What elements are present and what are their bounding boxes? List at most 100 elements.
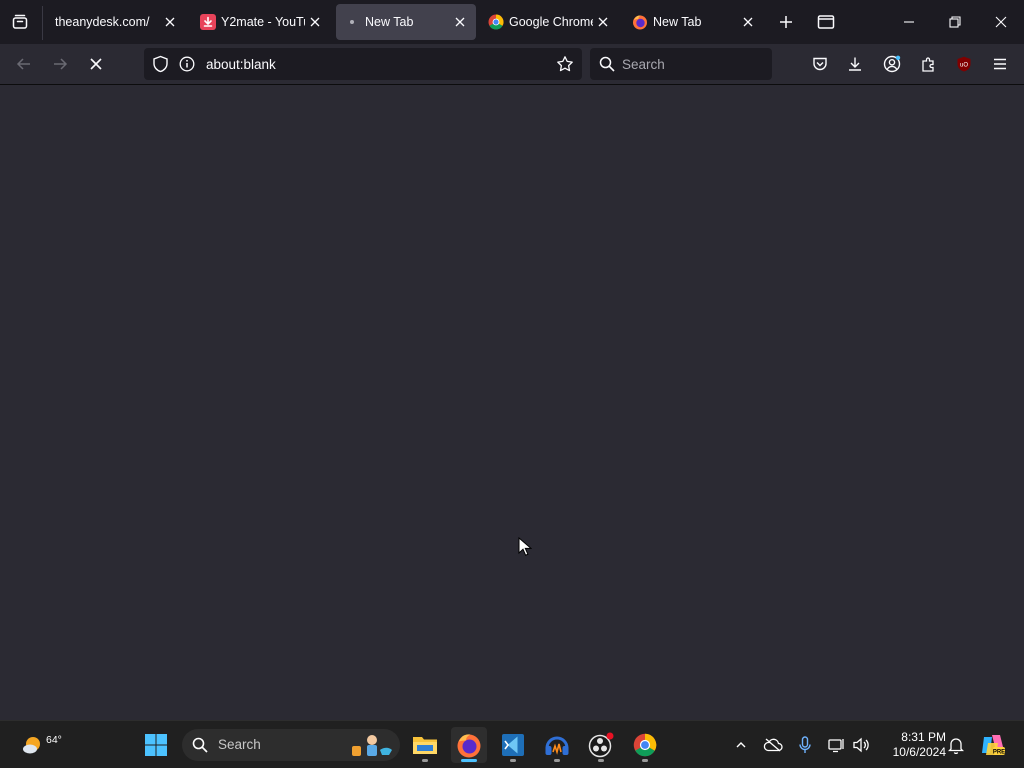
restore-button[interactable]	[932, 0, 978, 44]
taskbar-vs-code-insiders[interactable]	[495, 727, 531, 763]
url-text[interactable]: about:blank	[206, 57, 276, 72]
notifications-button[interactable]	[944, 733, 968, 757]
clock-time: 8:31 PM	[901, 730, 946, 744]
close-icon[interactable]	[740, 14, 756, 30]
running-app-indicator	[642, 759, 648, 762]
svg-text:uO: uO	[960, 63, 968, 69]
minimize-icon	[904, 21, 914, 23]
clock-date: 10/6/2024	[892, 745, 946, 759]
tab-title: New Tab	[365, 15, 414, 29]
stop-button[interactable]	[82, 50, 110, 78]
tracking-protection-shield-icon[interactable]	[152, 55, 169, 78]
address-bar[interactable]: about:blank	[144, 48, 582, 80]
mouse-cursor-icon	[518, 536, 533, 562]
microphone-icon	[799, 736, 811, 753]
show-hidden-icons-button[interactable]	[729, 733, 753, 757]
firefox-icon	[457, 734, 481, 758]
tab-list-icon	[12, 14, 28, 29]
running-app-indicator	[510, 759, 516, 762]
loading-dot-icon	[344, 14, 360, 30]
running-app-indicator	[554, 759, 560, 762]
taskbar-obs-studio[interactable]	[583, 727, 619, 763]
close-icon[interactable]	[162, 14, 178, 30]
tab-title: Google Chrome	[509, 15, 593, 29]
tray-volume[interactable]	[849, 733, 873, 757]
close-window-icon	[995, 16, 1007, 28]
close-window-button[interactable]	[978, 0, 1024, 44]
weather-widget[interactable]: 64°	[14, 727, 62, 763]
tab-title: New Tab	[653, 15, 702, 29]
site-info-icon[interactable]	[179, 56, 195, 77]
forward-button[interactable]	[46, 50, 74, 78]
ublock-origin-button[interactable]: uO	[950, 50, 978, 78]
tab-google-chrome[interactable]: Google Chrome	[480, 4, 618, 40]
tab-new-tab[interactable]: New Tab	[624, 4, 764, 40]
search-highlight-illustration-icon	[352, 735, 392, 756]
search-icon	[192, 737, 208, 753]
taskbar-search-box[interactable]: Search	[182, 729, 400, 761]
running-app-indicator	[598, 759, 604, 762]
account-button[interactable]	[878, 50, 906, 78]
folder-icon	[413, 737, 437, 754]
tab-bar: theanydesk.com/ Y2mate - YouTu New Tab G…	[0, 0, 1024, 44]
search-icon	[599, 56, 615, 77]
copilot-pre-icon: PRE	[982, 735, 1005, 756]
tab-theanydesk[interactable]: theanydesk.com/	[46, 4, 186, 40]
download-icon	[200, 14, 216, 30]
close-icon[interactable]	[307, 14, 323, 30]
tab-y2mate[interactable]: Y2mate - YouTu	[192, 4, 330, 40]
hamburger-menu-icon	[994, 58, 1006, 70]
taskbar-google-chrome[interactable]	[627, 727, 663, 763]
tray-network[interactable]	[825, 733, 849, 757]
stop-x-icon	[90, 58, 102, 70]
tab-list-button[interactable]	[0, 0, 40, 44]
search-bar[interactable]: Search	[590, 48, 772, 80]
taskbar: 64° Search 8:31 PM 10/6/2024 PRE	[0, 720, 1024, 768]
close-icon[interactable]	[595, 14, 611, 30]
back-button[interactable]	[10, 50, 38, 78]
tab-separator	[42, 6, 43, 40]
account-icon	[883, 55, 901, 73]
extensions-button[interactable]	[915, 50, 943, 78]
headphones-icon	[545, 736, 569, 755]
tray-microphone[interactable]	[793, 733, 817, 757]
bookmark-star-icon[interactable]	[556, 55, 574, 78]
tray-onedrive[interactable]	[761, 733, 785, 757]
start-button[interactable]	[138, 727, 174, 763]
pocket-button[interactable]	[806, 50, 834, 78]
tab-title: Y2mate - YouTu	[221, 15, 305, 29]
vscode-icon	[502, 734, 524, 756]
arrow-left-icon	[16, 58, 30, 70]
puzzle-icon	[922, 57, 934, 72]
page-content-blank[interactable]	[0, 85, 1024, 720]
search-placeholder: Search	[622, 57, 665, 72]
taskbar-file-explorer[interactable]	[407, 727, 443, 763]
chevron-up-icon	[736, 742, 746, 748]
ublock-shield-icon: uO	[957, 56, 971, 72]
taskbar-clock[interactable]: 8:31 PM 10/6/2024	[876, 730, 946, 760]
new-tab-button[interactable]	[764, 0, 808, 44]
plus-icon	[780, 16, 792, 28]
obs-icon	[588, 732, 614, 758]
close-icon[interactable]	[452, 14, 468, 30]
svg-text:PRE: PRE	[993, 750, 1005, 756]
running-app-indicator	[422, 759, 428, 762]
windows-logo-icon	[145, 734, 167, 756]
tab-new-tab-active[interactable]: New Tab	[336, 4, 476, 40]
taskbar-search-placeholder: Search	[218, 737, 261, 752]
copilot-button[interactable]: PRE	[979, 733, 1007, 757]
taskbar-headphones-app[interactable]	[539, 727, 575, 763]
network-display-icon	[828, 739, 844, 753]
app-menu-button[interactable]	[986, 50, 1014, 78]
bell-icon	[948, 738, 964, 754]
taskbar-firefox[interactable]	[451, 727, 487, 763]
pocket-icon	[813, 57, 827, 71]
firefox-view-button[interactable]	[804, 0, 848, 44]
arrow-right-icon	[54, 58, 68, 70]
chrome-icon	[633, 733, 657, 757]
restore-icon	[949, 16, 961, 28]
chrome-icon	[488, 14, 504, 30]
firefox-icon	[632, 14, 648, 30]
downloads-button[interactable]	[841, 50, 869, 78]
minimize-button[interactable]	[886, 0, 932, 44]
